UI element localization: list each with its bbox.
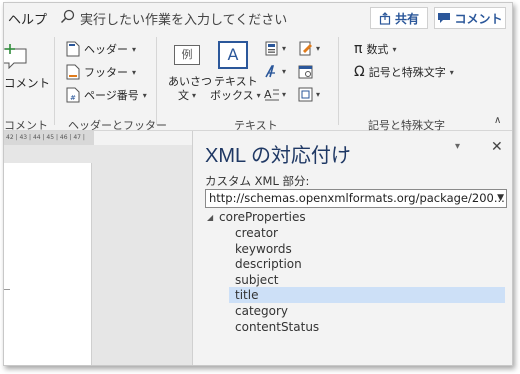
- tell-me-search-input[interactable]: 実行したい作業を入力してください: [80, 9, 287, 28]
- chevron-down-icon: ▾: [282, 67, 287, 76]
- xml-mapping-pane: XML の対応付け ▾ ✕ カスタム XML 部分: http://schema…: [192, 131, 512, 365]
- ribbon-separator: [54, 37, 55, 125]
- close-icon[interactable]: ✕: [491, 139, 503, 155]
- chevron-down-icon: ▾: [282, 44, 287, 53]
- omega-icon: Ω: [354, 64, 365, 80]
- signature-line-icon: [299, 41, 312, 56]
- header-icon: [66, 41, 80, 57]
- tab-bar: ヘルプ 実行したい作業を入力してください 共有 コメント: [4, 3, 512, 33]
- footer-icon: [66, 64, 80, 80]
- selected-row-highlight: [229, 287, 505, 303]
- svg-text:A: A: [264, 88, 272, 101]
- new-comment-icon: [4, 44, 27, 69]
- tab-help[interactable]: ヘルプ: [8, 9, 47, 28]
- wordart-button[interactable]: ▾: [264, 64, 286, 79]
- drop-cap-button[interactable]: A ▾: [264, 87, 286, 102]
- tree-item[interactable]: subject: [235, 273, 279, 287]
- comment-button[interactable]: コメント: [434, 7, 506, 29]
- chevron-down-icon: ▾: [282, 90, 287, 99]
- header-button[interactable]: ヘッダー ▾: [66, 41, 136, 57]
- ribbon-separator: [156, 37, 157, 125]
- page-number-icon: #: [66, 87, 80, 103]
- margin-marker: [4, 289, 10, 290]
- comment-label: コメント: [454, 11, 503, 26]
- signature-line-button[interactable]: ▾: [298, 41, 320, 56]
- symbol-button[interactable]: Ω 記号と特殊文字 ▾: [354, 64, 454, 80]
- greeting-label-line2: 文: [178, 89, 189, 102]
- share-label: 共有: [394, 11, 419, 26]
- tree-item-selected[interactable]: title: [235, 288, 258, 302]
- word-window: ヘルプ 実行したい作業を入力してください 共有 コメント コメント コメント ヘ…: [3, 2, 513, 366]
- footer-label: フッター: [84, 66, 128, 79]
- chevron-down-icon: ▾: [316, 90, 321, 99]
- tree-item[interactable]: contentStatus: [235, 320, 319, 334]
- chevron-down-icon: ▾: [192, 90, 197, 100]
- chevron-down-icon: ▾: [316, 44, 321, 53]
- object-button[interactable]: ▾: [298, 87, 320, 102]
- calendar-icon: [298, 65, 313, 79]
- share-button[interactable]: 共有: [370, 7, 428, 29]
- chevron-down-icon: ▾: [132, 44, 137, 54]
- search-icon: [60, 9, 75, 24]
- tree-item[interactable]: description: [235, 257, 302, 271]
- chevron-down-icon: ▾: [392, 44, 397, 54]
- tree-collapse-icon[interactable]: ◢: [207, 213, 213, 222]
- custom-xml-label: カスタム XML 部分:: [205, 174, 310, 188]
- custom-xml-part-select[interactable]: http://schemas.openxmlformats.org/packag…: [205, 189, 507, 208]
- quick-parts-button[interactable]: ▾: [264, 41, 286, 56]
- date-time-button[interactable]: [298, 64, 313, 83]
- quick-parts-icon: [265, 41, 278, 56]
- textbox-icon: A: [218, 41, 248, 69]
- svg-text:#: #: [70, 94, 76, 102]
- footer-button[interactable]: フッター ▾: [66, 64, 136, 80]
- pane-title: XML の対応付け: [205, 145, 351, 167]
- symbol-label: 記号と特殊文字: [368, 66, 446, 79]
- pi-icon: π: [354, 41, 363, 57]
- pane-options-chevron-icon[interactable]: ▾: [455, 141, 460, 152]
- equation-label: 数式: [366, 43, 389, 56]
- share-icon: [379, 11, 391, 25]
- document-page[interactable]: [4, 163, 92, 365]
- ribbon-separator: [338, 37, 339, 125]
- tree-item[interactable]: category: [235, 304, 288, 318]
- greeting-button[interactable]: 文 ▾: [178, 87, 196, 103]
- tree-item[interactable]: creator: [235, 226, 278, 240]
- page-number-label: ページ番号: [84, 89, 139, 102]
- custom-xml-part-value: http://schemas.openxmlformats.org/packag…: [209, 191, 505, 205]
- equation-button[interactable]: π 数式 ▾: [354, 41, 396, 57]
- drop-cap-icon: A: [264, 88, 279, 101]
- new-comment-button[interactable]: コメント: [4, 75, 50, 91]
- textbox-button[interactable]: ボックス ▾: [210, 87, 261, 103]
- textbox-label-line2: ボックス: [210, 89, 254, 102]
- chevron-down-icon: ▼: [497, 193, 504, 203]
- chevron-down-icon: ▾: [142, 90, 147, 100]
- chevron-down-icon: ▾: [449, 67, 454, 77]
- header-label: ヘッダー: [84, 43, 128, 56]
- tree-root-item[interactable]: coreProperties: [219, 210, 306, 224]
- chevron-down-icon: ▾: [132, 67, 137, 77]
- greeting-icon: 例: [174, 45, 200, 65]
- object-icon: [298, 87, 313, 102]
- comment-icon: [438, 13, 451, 23]
- wordart-icon: [265, 65, 275, 78]
- collapse-ribbon-icon[interactable]: ∧: [494, 115, 501, 126]
- chevron-down-icon: ▾: [256, 90, 261, 100]
- horizontal-ruler: 42 | 43 | 44 | 45 | 46 | 47 | 48: [4, 131, 94, 145]
- tree-item[interactable]: keywords: [235, 242, 292, 256]
- page-number-button[interactable]: # ページ番号 ▾: [66, 87, 147, 103]
